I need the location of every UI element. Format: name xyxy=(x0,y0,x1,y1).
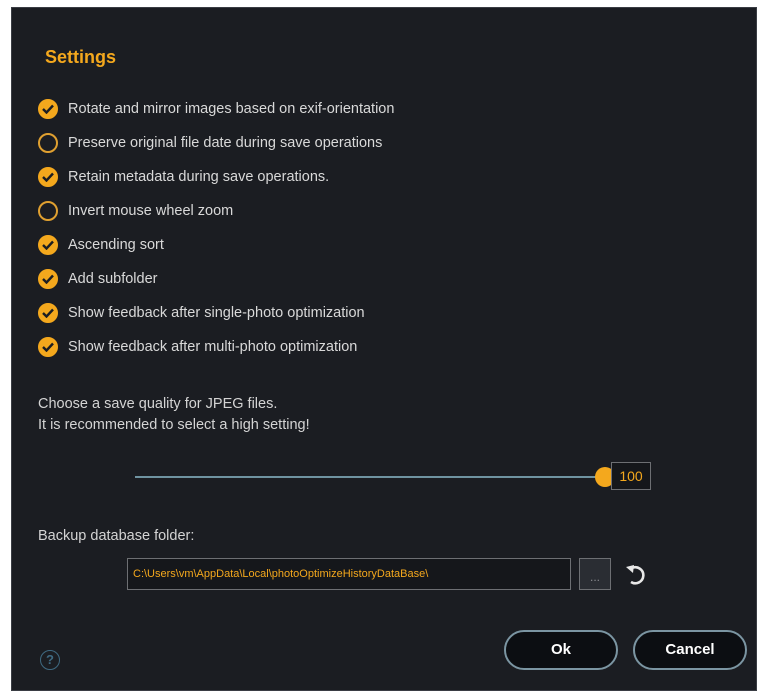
question-circle-icon[interactable]: ? xyxy=(40,650,60,670)
quality-description: Choose a save quality for JPEG files. It… xyxy=(38,394,310,436)
checkbox-icon[interactable] xyxy=(38,167,58,187)
browse-button[interactable]: ... xyxy=(579,558,611,590)
option-label: Rotate and mirror images based on exif-o… xyxy=(68,101,395,117)
option-label: Invert mouse wheel zoom xyxy=(68,203,234,219)
option-label: Retain metadata during save operations. xyxy=(68,169,330,185)
option-label: Add subfolder xyxy=(68,271,158,287)
quality-value-box[interactable]: 100 xyxy=(611,462,651,490)
quality-slider[interactable] xyxy=(135,467,615,487)
option-label: Ascending sort xyxy=(68,237,164,253)
option-preserve-date[interactable]: Preserve original file date during save … xyxy=(38,126,394,160)
settings-dialog: Settings Rotate and mirror images based … xyxy=(11,7,757,691)
undo-icon[interactable] xyxy=(623,561,651,589)
backup-folder-label: Backup database folder: xyxy=(38,528,195,544)
checkbox-icon[interactable] xyxy=(38,337,58,357)
ok-button[interactable]: Ok xyxy=(504,630,618,670)
option-label: Show feedback after multi-photo optimiza… xyxy=(68,339,358,355)
quality-text-line: Choose a save quality for JPEG files. xyxy=(38,396,278,412)
checkbox-icon[interactable] xyxy=(38,303,58,323)
option-label: Show feedback after single-photo optimiz… xyxy=(68,305,365,321)
option-label: Preserve original file date during save … xyxy=(68,135,383,151)
checkbox-icon[interactable] xyxy=(38,133,58,153)
quality-text-line: It is recommended to select a high setti… xyxy=(38,417,310,433)
checkbox-icon[interactable] xyxy=(38,235,58,255)
backup-path-input[interactable] xyxy=(127,558,571,590)
option-ascending-sort[interactable]: Ascending sort xyxy=(38,228,394,262)
option-invert-zoom[interactable]: Invert mouse wheel zoom xyxy=(38,194,394,228)
option-retain-metadata[interactable]: Retain metadata during save operations. xyxy=(38,160,394,194)
dialog-title: Settings xyxy=(45,47,117,67)
cancel-button[interactable]: Cancel xyxy=(633,630,747,670)
option-exif-rotate[interactable]: Rotate and mirror images based on exif-o… xyxy=(38,92,394,126)
checkbox-icon[interactable] xyxy=(38,99,58,119)
option-add-subfolder[interactable]: Add subfolder xyxy=(38,262,394,296)
slider-fill xyxy=(135,476,605,478)
options-list: Rotate and mirror images based on exif-o… xyxy=(38,92,394,364)
checkbox-icon[interactable] xyxy=(38,201,58,221)
option-feedback-multi[interactable]: Show feedback after multi-photo optimiza… xyxy=(38,330,394,364)
option-feedback-single[interactable]: Show feedback after single-photo optimiz… xyxy=(38,296,394,330)
checkbox-icon[interactable] xyxy=(38,269,58,289)
